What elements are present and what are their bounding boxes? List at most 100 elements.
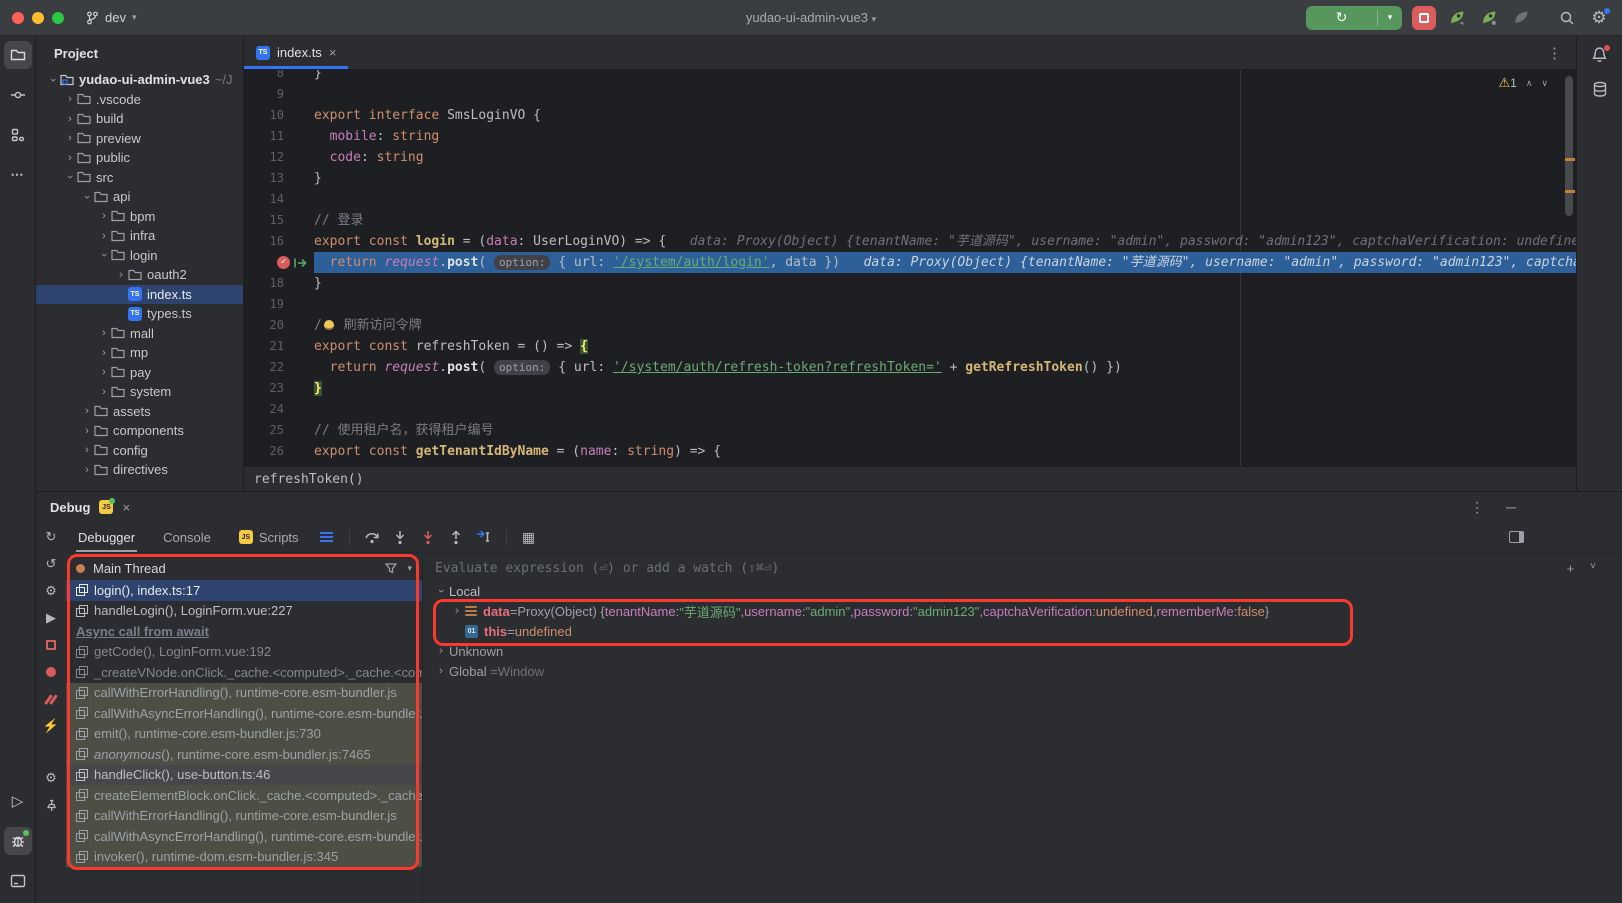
stack-frame[interactable]: getCode(), LoginForm.vue:192 [66, 642, 422, 663]
tree-chevron-icon[interactable]: › [63, 152, 77, 164]
close-session-icon[interactable]: × [122, 500, 130, 515]
stack-frame[interactable]: createElementBlock.onClick._cache.<compu… [66, 785, 422, 806]
structure-toolwindow-button[interactable] [4, 121, 32, 149]
pin-icon[interactable] [43, 797, 59, 813]
profiler-attach-icon[interactable] [1478, 7, 1500, 29]
tree-chevron-icon[interactable]: › [97, 210, 111, 222]
code-line-10[interactable]: 10export interface SmsLoginVO { [244, 105, 1576, 126]
toolwindow-settings-gear-icon[interactable]: ⚙ [43, 770, 59, 786]
code-text[interactable] [314, 189, 1576, 210]
line-number[interactable]: 22 [244, 357, 314, 378]
code-line-18[interactable]: 18} [244, 273, 1576, 294]
variable-row-this[interactable]: 01this = undefined [423, 621, 1622, 641]
debug-options-icon[interactable]: ⋮ [1470, 499, 1484, 516]
thread-selector[interactable]: Main Thread ▾ [66, 556, 422, 580]
more-toolwindows-button[interactable]: ⋯ [4, 161, 32, 189]
force-step-into-icon[interactable] [416, 525, 440, 549]
code-line-11[interactable]: 11 mobile: string [244, 126, 1576, 147]
stack-frame[interactable]: emit(), runtime-core.esm-bundler.js:730 [66, 724, 422, 745]
hide-panel-icon[interactable]: ─ [1506, 499, 1516, 516]
minimize-window-button[interactable] [32, 12, 44, 24]
tree-item-oauth2[interactable]: ›oauth2 [36, 265, 243, 285]
tree-item--vscode[interactable]: ›.vscode [36, 90, 243, 110]
code-line-8[interactable]: 8} [244, 70, 1576, 84]
tree-item-yudao-ui-admin-vue3[interactable]: ›yudao-ui-admin-vue3~/J [36, 70, 243, 90]
code-line-16[interactable]: 16export const login = (data: UserLoginV… [244, 231, 1576, 252]
step-into-icon[interactable] [388, 525, 412, 549]
line-number[interactable]: 14 [244, 189, 314, 210]
line-number[interactable]: 19 [244, 294, 314, 315]
tree-item-infra[interactable]: ›infra [36, 226, 243, 246]
variables-scope-local[interactable]: › Local [423, 581, 1622, 601]
javascript-session-icon[interactable]: JS [99, 500, 113, 514]
line-number[interactable]: 15 [244, 210, 314, 231]
code-text[interactable] [314, 294, 1576, 315]
tree-chevron-icon[interactable]: › [64, 170, 76, 184]
database-toolwindow-button[interactable] [1592, 81, 1608, 98]
code-text[interactable]: } [314, 273, 1576, 294]
line-number[interactable]: 20 [244, 315, 314, 336]
code-text[interactable]: } [314, 378, 1576, 399]
code-text[interactable]: export const login = (data: UserLoginVO)… [314, 231, 1576, 252]
variables-scope-global[interactable]: › Global = Window [423, 661, 1622, 681]
tree-chevron-icon[interactable]: › [97, 347, 111, 359]
stop-icon[interactable] [43, 637, 59, 653]
variables-scope-unknown[interactable]: › Unknown [423, 641, 1622, 661]
code-text[interactable]: } [314, 168, 1576, 189]
stack-frame[interactable]: login(), index.ts:17 [66, 580, 422, 601]
zoom-window-button[interactable] [52, 12, 64, 24]
step-over-icon[interactable] [360, 525, 384, 549]
line-number[interactable]: 21 [244, 336, 314, 357]
tree-item-mp[interactable]: ›mp [36, 343, 243, 363]
stack-frame[interactable]: callWithErrorHandling(), runtime-core.es… [66, 683, 422, 704]
git-branch-widget[interactable]: dev ▾ [86, 10, 137, 25]
run-toolwindow-button[interactable]: ▷ [4, 787, 32, 815]
tree-item-build[interactable]: ›build [36, 109, 243, 129]
intention-bulb-icon[interactable] [324, 320, 334, 330]
terminal-toolwindow-button[interactable] [4, 867, 32, 895]
code-text[interactable]: export const getTenantIdByName = (name: … [314, 441, 1576, 462]
tree-chevron-icon[interactable]: › [98, 248, 110, 262]
editor-scrollbar[interactable] [1562, 70, 1576, 466]
inspections-widget[interactable]: ⚠1 ∧ ∨ [1498, 75, 1548, 91]
chevron-down-icon[interactable]: ˅ [1590, 561, 1596, 576]
code-line-17[interactable]: ✓ return request.post( option: { url: '/… [244, 252, 1576, 273]
stack-frame[interactable]: anonymous(), runtime-core.esm-bundler.js… [66, 744, 422, 765]
tree-chevron-icon[interactable]: › [63, 132, 77, 144]
stack-frame[interactable]: handleLogin(), LoginForm.vue:227 [66, 601, 422, 622]
tree-item-preview[interactable]: ›preview [36, 129, 243, 149]
tree-item-assets[interactable]: ›assets [36, 402, 243, 422]
code-line-9[interactable]: 9 [244, 84, 1576, 105]
tree-item-system[interactable]: ›system [36, 382, 243, 402]
line-number[interactable]: 10 [244, 105, 314, 126]
tree-chevron-icon[interactable]: › [97, 230, 111, 242]
code-line-23[interactable]: 23} [244, 378, 1576, 399]
tab-index-ts[interactable]: TS index.ts × [244, 36, 348, 69]
layout-settings-icon[interactable] [1509, 531, 1524, 543]
evaluate-expression-icon[interactable]: ▦ [517, 525, 541, 549]
code-text[interactable] [314, 399, 1576, 420]
stack-frame[interactable]: callWithErrorHandling(), runtime-core.es… [66, 806, 422, 827]
stack-frame[interactable]: _createVNode.onClick._cache.<computed>._… [66, 662, 422, 683]
code-line-24[interactable]: 24 [244, 399, 1576, 420]
line-number[interactable]: 9 [244, 84, 314, 105]
code-line-26[interactable]: 26export const getTenantIdByName = (name… [244, 441, 1576, 462]
evaluate-expression-input[interactable]: Evaluate expression (⏎) or add a watch (… [423, 556, 1622, 581]
editor-breadcrumbs[interactable]: refreshToken() [244, 466, 1576, 491]
tree-chevron-icon[interactable]: › [80, 405, 94, 417]
code-line-21[interactable]: 21export const refreshToken = () => { [244, 336, 1576, 357]
variable-row-data[interactable]: ›data = Proxy(Object) {tenantName: "芋道源码… [423, 601, 1622, 621]
tree-item-bpm[interactable]: ›bpm [36, 207, 243, 227]
stack-frame[interactable]: invoker(), runtime-dom.esm-bundler.js:34… [66, 847, 422, 868]
code-text[interactable]: return request.post( option: { url: '/sy… [314, 357, 1576, 378]
stack-frame[interactable]: handleClick(), use-button.ts:46 [66, 765, 422, 786]
tree-item-public[interactable]: ›public [36, 148, 243, 168]
tree-item-directives[interactable]: ›directives [36, 460, 243, 480]
tree-chevron-icon[interactable]: › [63, 93, 77, 105]
code-text[interactable]: // 登录 [314, 210, 1576, 231]
next-problem-icon[interactable]: ∨ [1541, 78, 1548, 89]
quick-evaluate-icon[interactable]: ⚡ [43, 718, 59, 734]
scrollbar-thumb[interactable] [1565, 76, 1573, 216]
tree-chevron-icon[interactable]: › [114, 269, 128, 281]
breadcrumb[interactable]: refreshToken() [254, 472, 364, 487]
